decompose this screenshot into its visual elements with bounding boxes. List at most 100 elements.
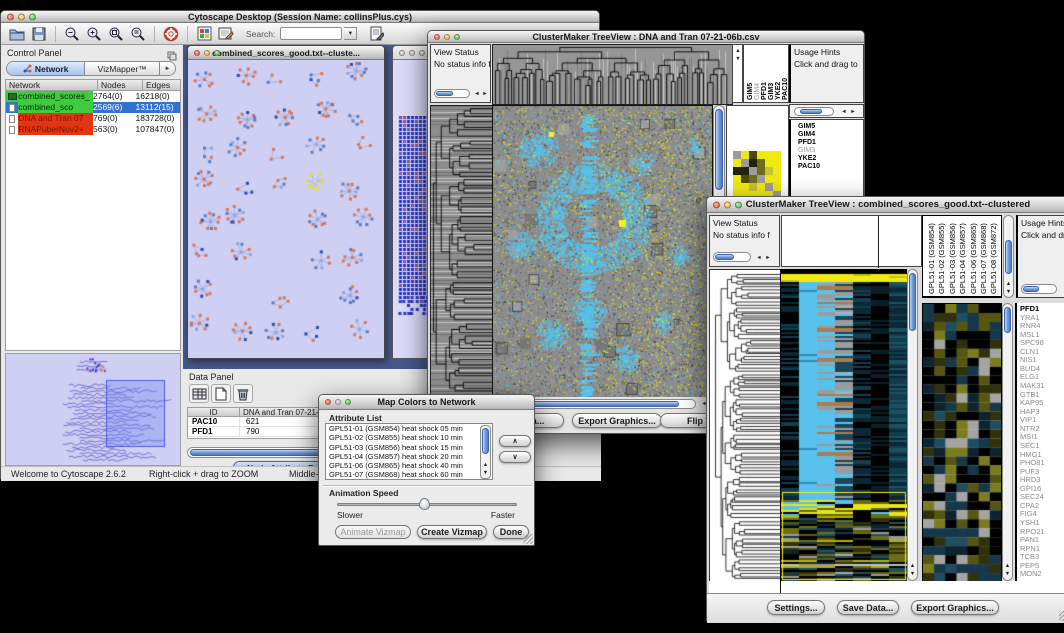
matrix-cell[interactable] (765, 151, 773, 159)
tv2-row-dendrogram[interactable] (709, 269, 782, 583)
attribute-list-item[interactable]: GPL51-03 (GSM856) heat shock 15 min (326, 443, 492, 452)
tab-overflow-arrow[interactable]: ► (160, 62, 175, 75)
scroll-right-icon[interactable]: ► (849, 108, 857, 116)
scroll-thumb[interactable] (1023, 286, 1039, 292)
tv1-heatmap[interactable] (492, 105, 713, 399)
close-icon[interactable] (434, 34, 440, 40)
matrix-cell[interactable] (749, 175, 757, 183)
matrix-cell[interactable] (757, 167, 765, 175)
close-icon[interactable] (194, 50, 200, 56)
col-header-edges[interactable]: Edges (143, 80, 180, 90)
scroll-right-icon[interactable]: ► (481, 90, 489, 98)
tv2-usage-scrollbar[interactable] (1021, 284, 1057, 294)
zoom-window-icon[interactable] (735, 201, 742, 208)
network-row[interactable]: DNA and Tran 07769(0)183728(0) (6, 113, 180, 124)
tv2-heatmap-vscrollbar[interactable]: ▲ ▼ (907, 269, 918, 581)
network-list[interactable]: combined_scores_2764(0)16218(0)combined_… (5, 90, 181, 351)
tv1-status-scrollbar[interactable] (434, 89, 470, 98)
close-icon[interactable] (7, 13, 14, 20)
matrix-cell[interactable] (757, 159, 765, 167)
select-attributes-icon[interactable] (189, 384, 209, 403)
tv2-zoom-heatmap[interactable] (922, 303, 1002, 583)
search-input[interactable] (280, 27, 342, 40)
tv1-matrix-row-label[interactable]: GIM4 (798, 131, 815, 139)
tv2-gene-label[interactable]: HRD3 (1020, 476, 1040, 484)
matrix-cell[interactable] (733, 159, 741, 167)
scroll-right-icon[interactable]: ► (764, 254, 772, 262)
tv1-row-dendrogram[interactable] (430, 105, 493, 399)
tv2-column-label[interactable]: GPL51-03 (GSM856) (948, 218, 957, 294)
treeview2-titlebar[interactable]: ClusterMaker TreeView : combined_scores_… (707, 197, 1064, 213)
minimize-icon[interactable] (409, 50, 415, 56)
help-lifering-icon[interactable] (161, 24, 181, 43)
close-icon[interactable] (399, 50, 405, 56)
matrix-cell[interactable] (765, 167, 773, 175)
network-overview-panel[interactable] (5, 353, 181, 466)
attribute-list-item[interactable]: GPL51-02 (GSM855) heat shock 10 min (326, 433, 492, 442)
minimize-icon[interactable] (18, 13, 25, 20)
tv1-column-label[interactable]: YKE2 (775, 47, 782, 100)
network-canvas[interactable] (188, 60, 384, 358)
tv2-gene-label[interactable]: MON2 (1020, 570, 1042, 578)
attribute-list-vscrollbar[interactable]: ▲ ▼ (480, 425, 491, 479)
close-icon[interactable] (713, 201, 720, 208)
zoom-in-icon[interactable] (84, 24, 104, 43)
vscroll-thumb[interactable] (715, 109, 723, 190)
scroll-up-icon[interactable]: ▲ (909, 562, 916, 570)
slider-thumb[interactable] (419, 498, 430, 510)
minimize-icon[interactable] (204, 50, 210, 56)
attribute-list-item[interactable]: GPL51-06 (GSM865) heat shock 40 min (326, 461, 492, 470)
tv2-gene-label[interactable]: KAP95 (1020, 399, 1043, 407)
tv2-gene-label[interactable]: SEC1 (1020, 442, 1040, 450)
col-header-network[interactable]: Network (6, 80, 98, 90)
tv1-matrix-row-label[interactable]: PAC10 (798, 163, 820, 171)
zoom-fit-icon[interactable] (106, 24, 126, 43)
resize-grip[interactable] (1059, 611, 1064, 621)
scroll-down-icon[interactable]: ▼ (734, 55, 742, 63)
tv1-similarity-matrix[interactable] (733, 151, 781, 199)
open-file-icon[interactable] (7, 24, 27, 43)
report-icon[interactable] (367, 24, 387, 43)
zoom-selected-icon[interactable] (128, 24, 148, 43)
tv2-column-label[interactable]: GPL51-04 (GSM857) (958, 218, 967, 294)
zoom-window-icon[interactable] (214, 50, 220, 56)
tv1-column-label[interactable]: GIM5 (747, 47, 754, 100)
tv2-gene-label[interactable]: PHO81 (1020, 459, 1045, 467)
scroll-left-icon[interactable]: ◄ (755, 254, 763, 262)
matrix-cell[interactable] (757, 151, 765, 159)
matrix-cell[interactable] (757, 175, 765, 183)
scroll-down-icon[interactable]: ▼ (1004, 570, 1011, 578)
minimize-icon[interactable] (724, 201, 731, 208)
attribute-listbox[interactable]: GPL51-01 (GSM854) heat shock 05 minGPL51… (325, 423, 493, 480)
tv2-column-label[interactable]: GPL51-07 (GSM868) (979, 218, 988, 294)
matrix-cell[interactable] (749, 151, 757, 159)
matrix-cell[interactable] (749, 183, 757, 191)
matrix-cell[interactable] (773, 151, 781, 159)
scroll-up-icon[interactable]: ▲ (1005, 280, 1012, 288)
zoom-window-icon[interactable] (454, 34, 460, 40)
tv1-column-dendrogram[interactable] (492, 44, 733, 105)
scroll-thumb[interactable] (715, 254, 734, 260)
scroll-up-icon[interactable]: ▲ (482, 461, 489, 469)
tv2-gene-label[interactable]: YSH1 (1020, 519, 1040, 527)
save-icon[interactable] (29, 24, 49, 43)
tv1-mini-scroll-strip[interactable]: ▲ ▼ (732, 44, 743, 103)
resize-grip[interactable] (523, 534, 533, 544)
tv2-column-tree-area[interactable] (781, 215, 922, 267)
tv1-column-label[interactable]: GIM4 (754, 47, 761, 100)
annotation-icon[interactable] (216, 24, 236, 43)
dialog-titlebar[interactable]: Map Colors to Network (319, 395, 534, 410)
col-header-id[interactable]: ID (188, 408, 240, 416)
animate-vizmap-button[interactable]: Animate Vizmap (335, 525, 411, 539)
tv1-usage-scrollbar[interactable] (794, 107, 834, 116)
attribute-list-item[interactable]: GPL51-04 (GSM857) heat shock 20 min (326, 452, 492, 461)
tv2-column-label[interactable]: GPL51-08 (GSM872) (989, 218, 998, 294)
col-header-nodes[interactable]: Nodes (98, 80, 143, 90)
tv2-column-label[interactable]: GPL51-01 (GSM854) (927, 218, 936, 294)
move-down-button[interactable]: ∨ (499, 451, 531, 463)
tv1-matrix-row-label[interactable]: PFD1 (798, 139, 816, 147)
tv2-gene-label[interactable]: PAN1 (1020, 536, 1039, 544)
treeview1-titlebar[interactable]: ClusterMaker TreeView : DNA and Tran 07-… (428, 31, 864, 43)
attribute-list-item[interactable]: GPL51-01 (GSM854) heat shock 05 min (326, 424, 492, 433)
delete-attribute-trash-icon[interactable] (233, 384, 253, 403)
